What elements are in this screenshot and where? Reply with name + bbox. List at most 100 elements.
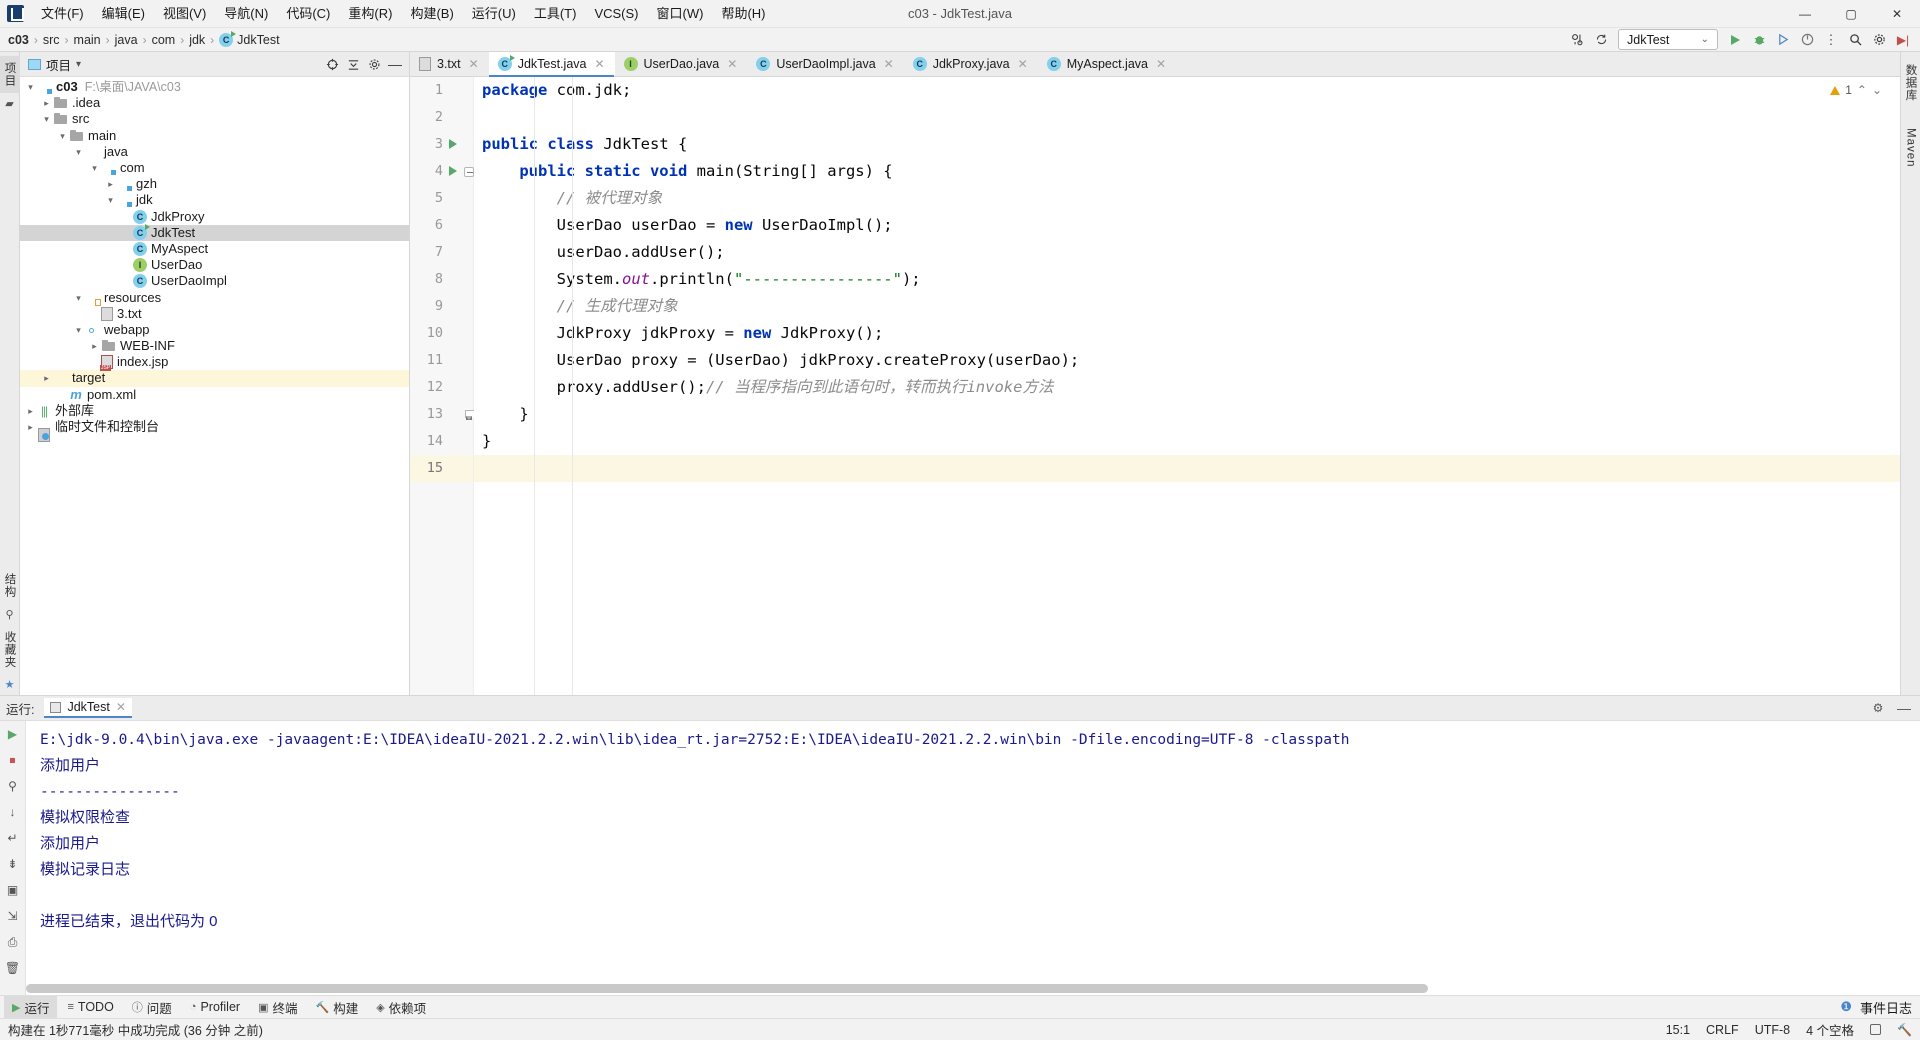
- gutter-line-3[interactable]: 3: [410, 131, 473, 158]
- maximize-button[interactable]: ▢: [1828, 0, 1874, 28]
- hide-run-panel-icon[interactable]: —: [1894, 698, 1914, 718]
- gutter-line-12[interactable]: 12: [410, 374, 473, 401]
- tool-tab-database[interactable]: 数据库: [1901, 58, 1920, 108]
- gutter-line-13[interactable]: 13: [410, 401, 475, 428]
- tree-node-src[interactable]: ▾ src: [20, 111, 409, 127]
- close-icon[interactable]: ✕: [1156, 57, 1166, 71]
- breadcrumb-item-java[interactable]: java: [115, 33, 138, 47]
- bookmarks-icon[interactable]: ▰: [5, 97, 13, 110]
- tool-tab-maven[interactable]: Maven: [1903, 122, 1919, 174]
- settings-sync-icon[interactable]: [1566, 29, 1588, 51]
- breadcrumb-item-com[interactable]: com: [152, 33, 176, 47]
- run-tab-jdktest[interactable]: JdkTest ✕: [44, 698, 132, 718]
- chevron-down-icon[interactable]: ▾: [76, 59, 81, 70]
- breadcrumb-item-c03[interactable]: c03: [8, 33, 29, 47]
- tree-node-c03[interactable]: ▾ c03 F:\桌面\JAVA\c03: [20, 79, 409, 95]
- chevron-right-icon[interactable]: ▸: [40, 95, 53, 111]
- editor-body[interactable]: 1 2 3 4 5 6 7 8 9 10 11 12 13 14 15 package com.jdk; p…: [410, 77, 1900, 695]
- tree-node-pom-xml[interactable]: m pom.xml: [20, 387, 409, 403]
- code-line-14[interactable]: }: [474, 428, 1900, 455]
- run-settings-icon[interactable]: ⚙: [1868, 698, 1888, 718]
- fold-collapse-icon[interactable]: [464, 167, 474, 177]
- chevron-down-icon[interactable]: ▾: [56, 128, 69, 144]
- tree-node-3-txt[interactable]: 3.txt: [20, 306, 409, 322]
- updates-icon[interactable]: ▶|: [1892, 29, 1914, 51]
- vcs-update-icon[interactable]: [1590, 29, 1612, 51]
- stop-icon[interactable]: ⏹: [3, 751, 23, 769]
- gutter-line-11[interactable]: 11: [410, 347, 473, 374]
- close-button[interactable]: ✕: [1874, 0, 1920, 28]
- project-tree[interactable]: ▾ c03 F:\桌面\JAVA\c03 ▸ .idea ▾ src ▾ main ▾ java ▾ c…: [20, 77, 409, 695]
- project-panel-title-group[interactable]: 项目 ▾: [24, 55, 81, 74]
- bottom-tab-terminal[interactable]: ▣ 终端: [250, 996, 305, 1019]
- breadcrumb-item-jdktest[interactable]: C JdkTest: [219, 30, 280, 47]
- project-settings-icon[interactable]: [364, 54, 384, 74]
- run-icon[interactable]: [1724, 29, 1746, 51]
- menu-file[interactable]: 文件(F): [32, 0, 93, 28]
- hide-panel-icon[interactable]: —: [385, 54, 405, 74]
- tree-node-index-jsp[interactable]: index.jsp: [20, 354, 409, 372]
- console-output[interactable]: E:\jdk-9.0.4\bin\java.exe -javaagent:E:\…: [26, 721, 1920, 995]
- code-line-4[interactable]: public static void main(String[] args) {: [474, 158, 1900, 185]
- bottom-tab-todo[interactable]: ≡ TODO: [59, 998, 121, 1016]
- chevron-down-icon[interactable]: ▾: [72, 322, 85, 338]
- menu-build[interactable]: 构建(B): [401, 0, 462, 28]
- menu-help[interactable]: 帮助(H): [712, 0, 774, 28]
- breadcrumb-item-main[interactable]: main: [74, 33, 101, 47]
- chevron-right-icon[interactable]: ▸: [88, 338, 101, 354]
- minimize-button[interactable]: —: [1782, 0, 1828, 28]
- bottom-tab-build[interactable]: 🔨 构建: [307, 996, 366, 1019]
- tree-node-MyAspect[interactable]: C MyAspect: [20, 241, 409, 257]
- editor-tab-JdkTest-java[interactable]: C JdkTest.java ✕: [488, 52, 615, 77]
- chevron-down-icon[interactable]: ▾: [24, 79, 37, 95]
- tree-node-UserDao[interactable]: I UserDao: [20, 257, 409, 273]
- close-icon[interactable]: ✕: [727, 57, 737, 71]
- run-gutter-icon[interactable]: [449, 166, 457, 176]
- collapse-all-icon[interactable]: [343, 54, 363, 74]
- console-horizontal-scrollbar[interactable]: [26, 984, 1920, 993]
- chevron-down-icon[interactable]: ▾: [104, 192, 117, 208]
- code-line-1[interactable]: package com.jdk;: [474, 77, 1900, 104]
- code-line-8[interactable]: System.out.println("----------------");: [474, 266, 1900, 293]
- code-line-9[interactable]: // 生成代理对象: [474, 293, 1900, 320]
- clear-all-icon[interactable]: 🗑: [3, 959, 23, 977]
- code-line-5[interactable]: // 被代理对象: [474, 185, 1900, 212]
- breadcrumb-item-jdk[interactable]: jdk: [189, 33, 205, 47]
- chevron-right-icon[interactable]: ▸: [40, 370, 53, 386]
- tree-node-WEB-INF[interactable]: ▸ WEB-INF: [20, 338, 409, 354]
- debug-icon[interactable]: [1748, 29, 1770, 51]
- fold-end-icon[interactable]: [464, 410, 475, 420]
- menu-vcs[interactable]: VCS(S): [585, 0, 647, 28]
- tree-node-resources[interactable]: ▾ resources: [20, 289, 409, 306]
- bottom-tab-run[interactable]: ▶ 运行: [4, 995, 58, 1019]
- gutter-line-6[interactable]: 6: [410, 212, 473, 239]
- tree-node--idea[interactable]: ▸ .idea: [20, 95, 409, 111]
- chevron-right-icon[interactable]: ▸: [24, 419, 37, 435]
- menu-code[interactable]: 代码(C): [277, 0, 339, 28]
- editor-code[interactable]: package com.jdk; public class JdkTest { …: [474, 77, 1900, 695]
- gutter-line-8[interactable]: 8: [410, 266, 473, 293]
- more-actions-icon[interactable]: ⋮: [1820, 29, 1842, 51]
- caret-position[interactable]: 15:1: [1666, 1023, 1690, 1037]
- code-line-2[interactable]: [474, 104, 1900, 131]
- gutter-line-14[interactable]: 14: [410, 428, 473, 455]
- soft-wrap-icon[interactable]: ↵: [3, 829, 23, 847]
- bottom-tab-profiler[interactable]: ◔ Profiler: [182, 998, 248, 1016]
- close-icon[interactable]: ✕: [1018, 57, 1028, 71]
- tree-node-webapp[interactable]: ▾ webapp: [20, 322, 409, 338]
- gutter-line-4[interactable]: 4: [410, 158, 474, 185]
- lock-icon[interactable]: [1870, 1024, 1882, 1035]
- bottom-tab-dependencies[interactable]: ◈ 依赖项: [368, 996, 434, 1019]
- code-line-6[interactable]: UserDao userDao = new UserDaoImpl();: [474, 212, 1900, 239]
- print-icon[interactable]: ⎙: [3, 933, 23, 951]
- select-opened-file-icon[interactable]: [322, 54, 342, 74]
- tree-node-java[interactable]: ▾ java: [20, 144, 409, 160]
- menu-edit[interactable]: 编辑(E): [93, 0, 154, 28]
- next-problem-icon[interactable]: ⌄: [1872, 83, 1882, 97]
- tree-node-JdkTest[interactable]: C JdkTest: [20, 223, 409, 241]
- run-configuration-selector[interactable]: JdkTest ⌄: [1618, 29, 1718, 50]
- chevron-right-icon[interactable]: ▸: [104, 176, 117, 192]
- scroll-down-icon[interactable]: ↓: [3, 803, 23, 821]
- menu-window[interactable]: 窗口(W): [648, 0, 713, 28]
- code-line-11[interactable]: UserDao proxy = (UserDao) jdkProxy.creat…: [474, 347, 1900, 374]
